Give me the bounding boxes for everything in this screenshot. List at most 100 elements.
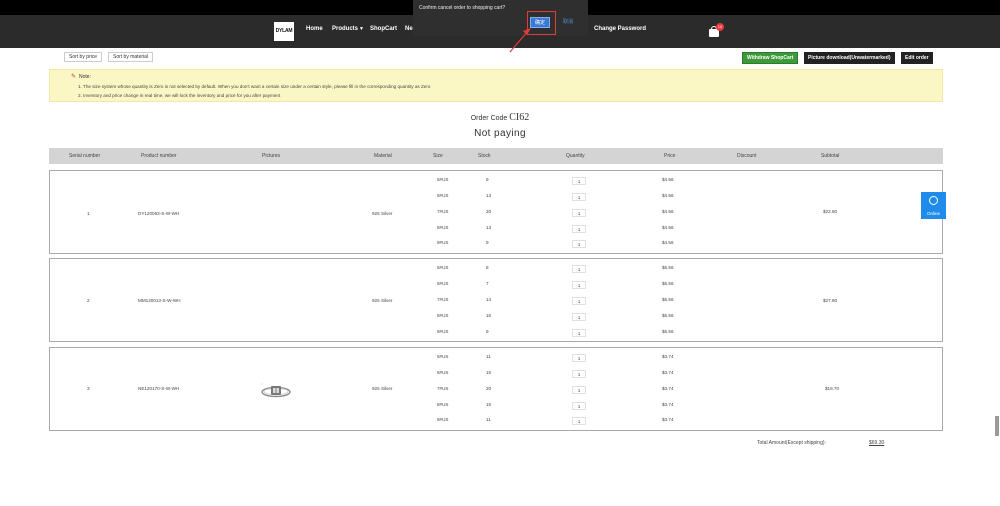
stock: 13 [486, 225, 492, 230]
note-box: ✎ Note: 1. The size system whose quantit… [49, 69, 943, 102]
confirm-cancel-button[interactable]: 取消 [561, 17, 575, 28]
withdraw-shopcart-button[interactable]: Withdraw ShopCart [742, 52, 799, 64]
quantity-input[interactable]: 1 [572, 313, 586, 321]
online-label: Online [926, 211, 940, 216]
size: 9#US [437, 240, 449, 245]
note-line-1: 1. The size system whose quantity is Zer… [78, 84, 431, 89]
table-header: Serial number Product number Pictures Ma… [49, 148, 943, 164]
product-group-1: 1 DY120063-S-W-WH 925 Silver $22.80 5#US… [49, 170, 943, 254]
th-product: Product number [141, 153, 177, 159]
th-size: Size [433, 153, 443, 159]
quantity-input[interactable]: 1 [572, 386, 586, 394]
subtotal: $22.80 [823, 209, 838, 214]
price: $3.74 [662, 386, 674, 391]
stock: 16 [486, 313, 492, 318]
th-quantity: Quantity [566, 153, 585, 159]
size: 5#US [437, 354, 449, 359]
chevron-down-icon: ▼ [359, 26, 364, 32]
size: 8#US [437, 313, 449, 318]
size: 5#US [437, 177, 449, 182]
price: $4.56 [662, 240, 674, 245]
quantity-input[interactable]: 1 [572, 354, 586, 362]
nav-change-password[interactable]: Change Password [594, 26, 646, 32]
stock: 11 [486, 417, 491, 422]
th-discount: Discount [737, 153, 757, 159]
serial-number: 2 [87, 298, 90, 303]
subtotal: $18.70 [825, 386, 840, 391]
price: $5.56 [662, 281, 674, 286]
quantity-input[interactable]: 1 [572, 402, 586, 410]
nav-home[interactable]: Home [306, 26, 323, 32]
material: 925 Silver [372, 211, 393, 216]
size: 6#US [437, 370, 449, 375]
price: $3.74 [662, 370, 674, 375]
picture-download-button[interactable]: Picture download(Unwatermarked) [804, 52, 895, 64]
stock: 7 [486, 281, 489, 286]
th-serial: Serial number [69, 153, 101, 159]
stock: 20 [486, 386, 492, 391]
th-material: Material [374, 153, 392, 159]
quantity-input[interactable]: 1 [572, 265, 586, 273]
nav-shopcart[interactable]: ShopCart [370, 26, 397, 32]
size: 8#US [437, 402, 449, 407]
th-subtotal: Subtotal [821, 153, 840, 159]
cart-count-badge: 10 [716, 23, 724, 31]
site-logo[interactable]: DYLAM [274, 22, 294, 41]
ring-product-image[interactable] [259, 381, 293, 401]
nav-products[interactable]: Products▼ [332, 26, 364, 32]
cart-icon[interactable]: 10 [708, 23, 724, 38]
quantity-input[interactable]: 1 [572, 209, 586, 217]
pencil-icon: ✎ [71, 74, 77, 80]
sort-by-material-button[interactable]: Sort by material [108, 52, 154, 62]
sort-by-price-button[interactable]: Sort by price [64, 52, 103, 62]
stock: 13 [486, 193, 492, 198]
edit-order-button[interactable]: Edit order [901, 52, 933, 64]
serial-number: 1 [87, 211, 90, 216]
stock: 9 [486, 329, 489, 334]
quantity-input[interactable]: 1 [572, 193, 586, 201]
quantity-input[interactable]: 1 [572, 297, 586, 305]
stock: 15 [486, 402, 492, 407]
quantity-input[interactable]: 1 [572, 370, 586, 378]
product-group-2: 2 MM120013-S-W-WH 925 Silver $27.80 5#US… [49, 258, 943, 342]
dialog-message: Confirm cancel order to shopping cart? [419, 5, 506, 11]
price: $4.56 [662, 209, 674, 214]
size: 6#US [437, 281, 449, 286]
quantity-input[interactable]: 1 [572, 329, 586, 337]
size: 7#US [437, 386, 449, 391]
highlight-box [527, 11, 556, 35]
price: $3.74 [662, 417, 674, 422]
price: $5.56 [662, 329, 674, 334]
headset-icon [929, 196, 938, 205]
quantity-input[interactable]: 1 [572, 240, 586, 248]
nav-item-partial[interactable]: Ne [405, 26, 413, 32]
stock: 15 [486, 370, 492, 375]
scrollbar-thumb[interactable] [995, 416, 999, 436]
quantity-input[interactable]: 1 [572, 225, 586, 233]
stock: 9 [486, 240, 489, 245]
price: $3.74 [662, 354, 674, 359]
product-group-3: 3 NE120170-S-W-WH 925 Silver $18.70 5#US… [49, 347, 943, 431]
size: 9#US [437, 417, 449, 422]
order-code-label: Order Code [470, 115, 508, 122]
online-support-button[interactable]: Online [921, 192, 946, 219]
size: 5#US [437, 265, 449, 270]
material: 925 Silver [372, 298, 393, 303]
size: 6#US [437, 193, 449, 198]
subtotal: $27.80 [823, 298, 838, 303]
serial-number: 3 [87, 386, 90, 391]
th-stock: Stock [478, 153, 491, 159]
price: $4.56 [662, 225, 674, 230]
order-status: Not paying [474, 128, 526, 139]
total-label: Total Amount(Except shipping): [757, 440, 826, 446]
quantity-input[interactable]: 1 [572, 177, 586, 185]
stock: 11 [486, 354, 491, 359]
nav-products-label: Products [332, 26, 359, 32]
price: $4.56 [662, 177, 674, 182]
quantity-input[interactable]: 1 [572, 417, 586, 425]
order-code-value: CI62 [509, 112, 530, 123]
th-price: Price [664, 153, 676, 159]
stock: 20 [486, 209, 492, 214]
quantity-input[interactable]: 1 [572, 281, 586, 289]
price: $4.56 [662, 193, 674, 198]
